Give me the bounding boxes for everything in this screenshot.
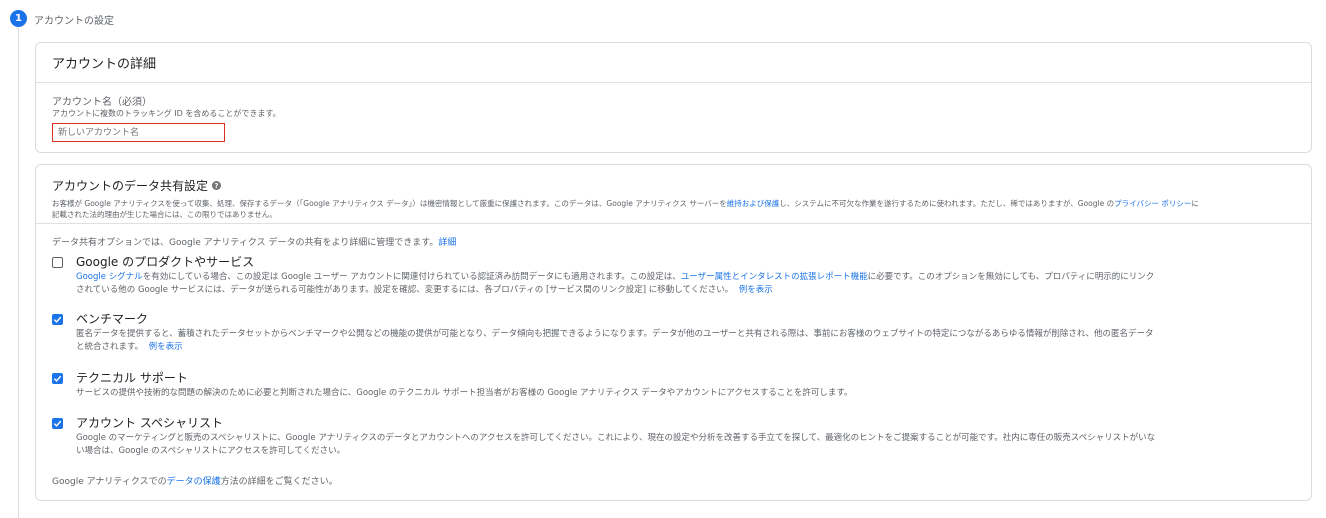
option-title: アカウント スペシャリスト xyxy=(76,416,223,430)
desc-text: されている他の Google サービスには、データが送られる可能性があります。設… xyxy=(76,285,734,295)
desc-text: と統合されます。 xyxy=(76,342,144,352)
check-icon xyxy=(53,375,62,382)
details-link[interactable]: 詳細 xyxy=(438,238,456,248)
data-protection-note: Google アナリティクスでのデータの保護方法の詳細をご覧ください。 xyxy=(52,474,338,487)
data-sharing-intro: データ共有オプションでは、Google アナリティクス データの共有をより詳細に… xyxy=(52,235,456,248)
demographics-reports-link[interactable]: ユーザー属性とインタレストの拡張レポート機能 xyxy=(681,272,868,282)
technical-support-checkbox[interactable] xyxy=(52,373,63,384)
benchmarking-checkbox[interactable] xyxy=(52,314,63,325)
show-example-link[interactable]: 例を表示 xyxy=(149,342,183,352)
account-name-help: アカウントに複数のトラッキング ID を含めることができます。 xyxy=(52,109,281,118)
data-sharing-title-row: アカウントのデータ共有設定 ? xyxy=(52,177,1295,194)
account-details-card: アカウントの詳細 アカウント名（必須） アカウントに複数のトラッキング ID を… xyxy=(35,42,1312,153)
option-description: 匿名データを提供すると、蓄積されたデータセットからベンチマークや公開などの機能の… xyxy=(76,328,1295,354)
check-icon xyxy=(53,316,62,323)
step-title: アカウントの設定 xyxy=(34,16,114,27)
data-sharing-heading: アカウントのデータ共有設定 xyxy=(52,179,209,193)
help-icon[interactable]: ? xyxy=(212,181,222,190)
google-products-checkbox[interactable] xyxy=(52,257,63,268)
option-title: テクニカル サポート xyxy=(76,371,188,385)
step-connector-line xyxy=(18,28,19,518)
account-details-heading: アカウントの詳細 xyxy=(36,43,1311,83)
option-title: ベンチマーク xyxy=(76,312,149,326)
desc-text: お客様が Google アナリティクスを使って収集、処理、保存するデータ（「Go… xyxy=(52,199,727,208)
option-google-products: Google のプロダクトやサービス Google シグナルを有効にしている場合… xyxy=(52,255,1295,297)
option-account-specialist: アカウント スペシャリスト Google のマーケティングと販売のスペシャリスト… xyxy=(52,416,1295,458)
show-example-link[interactable]: 例を表示 xyxy=(739,285,773,295)
step-number-badge: 1 xyxy=(10,10,27,27)
desc-text: を有効にしている場合、この設定は Google ユーザー アカウントに関連付けら… xyxy=(142,272,681,282)
desc-text: Google のマーケティングと販売のスペシャリストに、Google アナリティ… xyxy=(76,433,1156,443)
desc-text: に xyxy=(1191,199,1199,208)
account-name-input[interactable] xyxy=(52,123,225,142)
data-sharing-description: お客様が Google アナリティクスを使って収集、処理、保存するデータ（「Go… xyxy=(52,198,1295,220)
desc-text: い場合は、Google のスペシャリストにアクセスを許可してください。 xyxy=(76,446,346,456)
desc-text: 記載された法的理由が生じた場合には、この限りではありません。 xyxy=(52,210,277,219)
maintain-protect-link[interactable]: 維持および保護 xyxy=(727,199,780,208)
option-title: Google のプロダクトやサービス xyxy=(76,255,255,269)
option-description: Google のマーケティングと販売のスペシャリストに、Google アナリティ… xyxy=(76,432,1295,458)
google-signals-link[interactable]: Google シグナル xyxy=(76,272,143,282)
desc-text: 匿名データを提供すると、蓄積されたデータセットからベンチマークや公開などの機能の… xyxy=(76,329,1154,339)
privacy-policy-link[interactable]: プライバシー ポリシー xyxy=(1114,199,1191,208)
data-protection-link[interactable]: データの保護 xyxy=(167,477,221,487)
option-benchmarking: ベンチマーク 匿名データを提供すると、蓄積されたデータセットからベンチマークや公… xyxy=(52,312,1295,354)
data-sharing-header: アカウントのデータ共有設定 ? お客様が Google アナリティクスを使って収… xyxy=(36,165,1311,224)
option-technical-support: テクニカル サポート サービスの提供や技術的な問題の解決のために必要と判断された… xyxy=(52,371,1295,400)
data-sharing-card: アカウントのデータ共有設定 ? お客様が Google アナリティクスを使って収… xyxy=(35,164,1312,501)
footer-text: Google アナリティクスでの xyxy=(52,477,167,487)
footer-text: 方法の詳細をご覧ください。 xyxy=(220,477,338,487)
intro-text: データ共有オプションでは、Google アナリティクス データの共有をより詳細に… xyxy=(52,238,439,248)
option-description: サービスの提供や技術的な問題の解決のために必要と判断された場合に、Google … xyxy=(76,388,853,398)
account-specialist-checkbox[interactable] xyxy=(52,418,63,429)
option-description: Google シグナルを有効にしている場合、この設定は Google ユーザー … xyxy=(76,271,1295,297)
desc-text: し、システムに不可欠な作業を遂行するために使われます。ただし、稀ではありますが、… xyxy=(779,199,1115,208)
account-name-label: アカウント名（必須） xyxy=(52,97,152,108)
check-icon xyxy=(53,420,62,427)
desc-text: に必要です。このオプションを無効にしても、プロパティに明示的にリンク xyxy=(867,272,1155,282)
